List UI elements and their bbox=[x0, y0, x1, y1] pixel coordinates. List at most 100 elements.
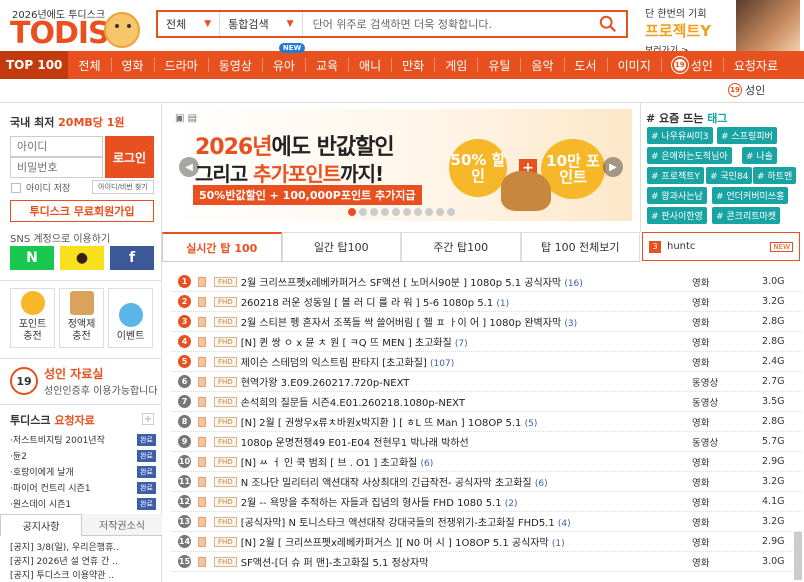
point-charge-button[interactable]: 포인트 충전 bbox=[10, 288, 55, 348]
tag-chip[interactable]: # 프로젝트Y bbox=[647, 167, 705, 184]
nav-kids[interactable]: NEW 유아 bbox=[263, 43, 306, 79]
tag-chip[interactable]: # 콘크리트마켓 bbox=[712, 207, 781, 224]
item-title[interactable]: 현역가왕 3.E09.260217.720p-NEXT bbox=[241, 374, 692, 389]
facebook-login-button[interactable]: f bbox=[110, 246, 154, 270]
banner-dot[interactable] bbox=[436, 208, 444, 216]
id-input[interactable] bbox=[10, 136, 103, 157]
tab-daily[interactable]: 일간 탑100 bbox=[281, 232, 401, 261]
password-input[interactable] bbox=[10, 157, 103, 178]
tag-chip[interactable]: # 왕과사는남 bbox=[647, 187, 707, 204]
table-row[interactable]: 10 FHD [N] ㅆ ㅓ 인 쿡 범죄 [ 브 . O1 ] 초고화질 (6) 영… bbox=[171, 452, 802, 472]
kakao-login-button[interactable]: ● bbox=[60, 246, 104, 270]
tab-copyright[interactable]: 저작권소식 bbox=[82, 514, 162, 536]
nav-comic[interactable]: 만화 bbox=[392, 51, 434, 79]
nav-edu[interactable]: 교육 bbox=[306, 51, 348, 79]
tag-chip[interactable]: # 국민84 bbox=[706, 167, 753, 184]
flat-rate-charge-button[interactable]: 정액제 충전 bbox=[59, 288, 104, 348]
banner-dot[interactable] bbox=[447, 208, 455, 216]
item-title[interactable]: 260218 러운 성동일 [ 볼 러 디 를 라 워 ] 5-6 1080p … bbox=[241, 294, 692, 309]
banner-prev-button[interactable]: ◀ bbox=[179, 157, 199, 177]
tag-chip[interactable]: # 판사이한영 bbox=[647, 207, 707, 224]
list-item[interactable]: ·저스트비지팅 2001년작 완료 bbox=[10, 432, 156, 447]
tab-notice[interactable]: 공지사항 bbox=[0, 514, 82, 536]
table-row[interactable]: 4 FHD [N] 퀸 쌍 ㅇ x 뮨 ㅊ 원 [ ㅋQ 뜨 MEN ] 초고화질 … bbox=[171, 332, 802, 352]
tab-weekly[interactable]: 주간 탑100 bbox=[401, 232, 521, 261]
table-row[interactable]: 12 FHD 2월 -- 욕망을 추적하는 자들과 집념의 형사들 FHD 1080… bbox=[171, 492, 802, 512]
nav-video[interactable]: 동영상 bbox=[209, 51, 262, 79]
list-item[interactable]: ·파이어 컨트리 시즌1 완료 bbox=[10, 480, 156, 495]
tag-chip[interactable]: # 하트맨 bbox=[753, 167, 797, 184]
table-row[interactable]: 5 FHD 제이슨 스테덤의 익스트림 판타지 [초고화질] (107) 영화 2.4G bbox=[171, 352, 802, 372]
more-button[interactable]: + bbox=[142, 413, 154, 425]
search-button[interactable] bbox=[590, 12, 626, 36]
notice-item[interactable]: [공지] 3/8(일), 우리은행휴.. bbox=[10, 540, 120, 553]
item-title[interactable]: SF액션-[더 슈 퍼 맨]-초고화질 5.1 정상자막 bbox=[241, 554, 692, 569]
banner-dot[interactable] bbox=[370, 208, 378, 216]
tag-chip[interactable]: # 스프링피버 bbox=[717, 127, 777, 144]
banner-dot[interactable] bbox=[425, 208, 433, 216]
banner-dot[interactable] bbox=[359, 208, 367, 216]
banner-next-button[interactable]: ▶ bbox=[603, 157, 623, 177]
login-button[interactable]: 로그인 bbox=[105, 136, 154, 178]
tag-chip[interactable]: # 나솔 bbox=[742, 147, 777, 164]
list-item[interactable]: ·원스데이 시즌1 완료 bbox=[10, 496, 156, 511]
table-row[interactable]: 13 FHD [공식자막] N 토니스타크 액션대작 강대국들의 전쟁위기-초고화질… bbox=[171, 512, 802, 532]
tab-realtime[interactable]: 실시간 탑 100 bbox=[162, 232, 282, 261]
item-title[interactable]: 2월 -- 욕망을 추적하는 자들과 집념의 형사들 FHD 1080 5.1 … bbox=[241, 494, 692, 509]
item-title[interactable]: 2월 스티븐 펭 혼자서 조폭들 싹 쓸어버림 [ 헬 ㅍ ㅏ이 어 ] 108… bbox=[241, 314, 692, 329]
nav-image[interactable]: 이미지 bbox=[608, 51, 661, 79]
item-title[interactable]: N 조나단 밀리터리 액션대작 사상최대의 긴급작전- 공식자막 초고화질 (6… bbox=[241, 474, 692, 489]
nav-top100[interactable]: TOP 100 bbox=[0, 51, 69, 79]
banner-dot[interactable] bbox=[414, 208, 422, 216]
banner-dot[interactable] bbox=[348, 208, 356, 216]
table-row[interactable]: 9 FHD 1080p 운명전쟁49 E01-E04 전현무1 박나래 박하선 동영… bbox=[171, 432, 802, 452]
nav-movie[interactable]: 영화 bbox=[112, 51, 154, 79]
table-row[interactable]: 3 FHD 2월 스티븐 펭 혼자서 조폭들 싹 쓸어버림 [ 헬 ㅍ ㅏ이 어 ]… bbox=[171, 312, 802, 332]
table-row[interactable]: 2 FHD 260218 러운 성동일 [ 볼 러 디 를 라 워 ] 5-6 10… bbox=[171, 292, 802, 312]
search-scope-select[interactable]: 전체 ▼ bbox=[158, 12, 221, 36]
tab-view-all[interactable]: 탑 100 전체보기 bbox=[520, 232, 640, 261]
table-row[interactable]: 1 FHD 2월 크리쓰프펫x레베카퍼거스 SF액션 [ 노머시90분 ] 1080… bbox=[171, 272, 802, 292]
table-row[interactable]: 14 FHD [N] 2월 [ 크리쓰프펫x레베카퍼거스 ][ N0 머 시 ] 1… bbox=[171, 532, 802, 552]
nav-request[interactable]: 요청자료 bbox=[724, 51, 788, 79]
nav-music[interactable]: 음악 bbox=[521, 51, 563, 79]
nav-util[interactable]: 유틸 bbox=[478, 51, 520, 79]
list-item[interactable]: ·듄2 완료 bbox=[10, 448, 156, 463]
notice-item[interactable]: [공지] 2026년 설 연휴 간 .. bbox=[10, 554, 120, 567]
banner-dot[interactable] bbox=[381, 208, 389, 216]
item-title[interactable]: [공식자막] N 토니스타크 액션대작 강대국들의 전쟁위기-초고화질 FHD5… bbox=[241, 514, 692, 529]
item-title[interactable]: [N] 2월 [ 크리쓰프펫x레베카퍼거스 ][ N0 머 시 ] 1O8OP … bbox=[241, 534, 692, 549]
table-row[interactable]: 11 FHD N 조나단 밀리터리 액션대작 사상최대의 긴급작전- 공식자막 초고… bbox=[171, 472, 802, 492]
adult-section-link[interactable]: 19 성인 자료실 성인인증후 이용가능합니다 bbox=[10, 366, 158, 397]
tag-chip[interactable]: # 언더커버미쓰홍 bbox=[712, 187, 789, 204]
nav-drama[interactable]: 드라마 bbox=[155, 51, 208, 79]
search-input[interactable] bbox=[302, 12, 590, 36]
item-title[interactable]: [N] 2월 [ 권쌍우x류ㅊ바원x박지환 ] [ ㅎL 뜨 Man ] 1O8… bbox=[241, 414, 692, 429]
nav-anime[interactable]: 애니 bbox=[349, 51, 391, 79]
table-row[interactable]: 15 FHD SF액션-[더 슈 퍼 맨]-초고화질 5.1 정상자막 영화 3.0G bbox=[171, 552, 802, 572]
table-row[interactable]: 6 FHD 현역가왕 3.E09.260217.720p-NEXT 동영상 2.7G bbox=[171, 372, 802, 392]
item-title[interactable]: 손석희의 질문들 시즌4.E01.260218.1080p-NEXT bbox=[241, 394, 692, 409]
item-title[interactable]: 2월 크리쓰프펫x레베카퍼거스 SF액션 [ 노머시90분 ] 1080p 5.… bbox=[241, 274, 692, 289]
item-title[interactable]: 1080p 운명전쟁49 E01-E04 전현무1 박나래 박하선 bbox=[241, 434, 692, 449]
item-title[interactable]: [N] ㅆ ㅓ 인 쿡 범죄 [ 브 . O1 ] 초고화질 (6) bbox=[241, 454, 692, 469]
search-type-select[interactable]: 통합검색 ▼ bbox=[220, 12, 303, 36]
notice-item[interactable]: [공지] 투디스크 이용약관 .. bbox=[10, 568, 120, 581]
table-row[interactable]: 7 FHD 손석희의 질문들 시즌4.E01.260218.1080p-NEXT 동… bbox=[171, 392, 802, 412]
trending-search-ticker[interactable]: 3 huntc NEW bbox=[642, 232, 800, 261]
nav-book[interactable]: 도서 bbox=[565, 51, 607, 79]
item-title[interactable]: 제이슨 스테덤의 익스트림 판타지 [초고화질] (107) bbox=[241, 354, 692, 369]
list-item[interactable]: ·호랑이에게 날개 완료 bbox=[10, 464, 156, 479]
main-banner[interactable]: ▣ ▤ 2026년에도 반값할인 그리고 추가포인트까지! 50%반값할인 + … bbox=[171, 109, 632, 221]
nav-game[interactable]: 게임 bbox=[435, 51, 477, 79]
adult-link[interactable]: 19 성인 bbox=[728, 82, 765, 98]
table-row[interactable]: 8 FHD [N] 2월 [ 권쌍우x류ㅊ바원x박지환 ] [ ㅎL 뜨 Man ]… bbox=[171, 412, 802, 432]
banner-dot[interactable] bbox=[392, 208, 400, 216]
promo-ad[interactable]: 단 한번의 기회 프로젝트Y 보러가기 > bbox=[645, 0, 800, 56]
tag-chip[interactable]: # 나우유씨미3 bbox=[647, 127, 713, 144]
tag-chip[interactable]: # 은애하는도적님아 bbox=[647, 147, 732, 164]
banner-controls[interactable]: ▣ ▤ bbox=[175, 113, 197, 124]
scrollbar[interactable] bbox=[794, 532, 802, 580]
find-account-button[interactable]: 아이디/비번 찾기 bbox=[92, 180, 154, 194]
item-title[interactable]: [N] 퀸 쌍 ㅇ x 뮨 ㅊ 원 [ ㅋQ 뜨 MEN ] 초고화질 (7) bbox=[241, 334, 692, 349]
